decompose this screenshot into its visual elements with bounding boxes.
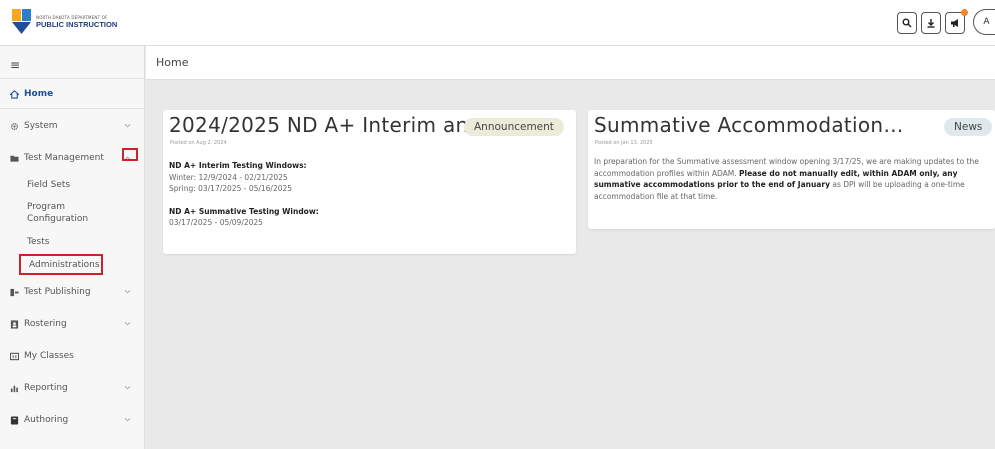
sidebar-subitem-tests[interactable]: Tests [27,236,49,248]
book-icon [10,415,19,425]
ndpi-logo[interactable]: NORTH DAKOTA DEPARTMENT OF PUBLIC INSTRU… [12,9,117,35]
sidebar-item-label: Rostering [24,319,67,329]
card-body: ND A+ Interim Testing Windows: Winter: 1… [169,160,559,229]
chevron-down-icon[interactable] [123,287,132,296]
posted-date: Posted on Jan 13, 2025 [595,140,653,146]
collapse-highlight-box [122,148,138,161]
sidebar-item-home[interactable]: Home [0,84,144,104]
logo-mark-icon [12,9,32,35]
search-icon [902,18,912,28]
sidebar-subitem-program-configuration[interactable]: Program Configuration [27,201,97,225]
hamburger-icon[interactable]: ≡ [10,58,20,72]
chevron-down-icon[interactable] [123,415,132,424]
administrations-highlight-box [19,254,103,275]
publish-icon [10,288,19,297]
chevron-down-icon[interactable] [123,319,132,328]
breadcrumb: Home [156,56,189,69]
spring-window: Spring: 03/17/2025 - 05/16/2025 [169,184,293,193]
divider [0,78,144,79]
sidebar-item-test-publishing[interactable]: Test Publishing [0,282,144,302]
chevron-down-icon[interactable] [123,121,132,130]
gear-icon [10,122,19,131]
news-badge: News [944,118,993,136]
classes-icon [10,352,19,361]
sidebar-subitem-field-sets[interactable]: Field Sets [27,179,70,191]
sidebar: ≡ Home System Test Management Field Sets… [0,46,145,449]
user-avatar[interactable]: A [973,9,995,35]
notification-dot [961,9,968,16]
announcement-card[interactable]: 2024/2025 ND A+ Interim an… Posted on Au… [163,110,576,254]
card-title[interactable]: Summative Accommodation… [594,113,904,137]
download-button[interactable] [921,12,941,34]
announcement-badge: Announcement [464,118,564,136]
announcements-button[interactable] [945,9,968,34]
folder-icon [10,154,19,163]
sidebar-item-label: Reporting [24,383,68,393]
megaphone-icon [951,19,958,27]
sidebar-item-system[interactable]: System [0,116,144,136]
sidebar-item-authoring[interactable]: Authoring [0,410,144,430]
sidebar-item-label: Home [24,89,54,99]
breadcrumb-bar: Home [146,46,995,80]
sidebar-item-reporting[interactable]: Reporting [0,378,144,398]
winter-window: Winter: 12/9/2024 - 02/21/2025 [169,172,288,182]
roster-icon [10,319,19,329]
summative-window: 03/17/2025 - 05/09/2025 [169,218,263,227]
divider [0,108,144,109]
top-bar: NORTH DAKOTA DEPARTMENT OF PUBLIC INSTRU… [0,0,995,46]
summative-window-heading: ND A+ Summative Testing Window: [169,206,319,216]
card-title[interactable]: 2024/2025 ND A+ Interim an… [169,113,489,137]
home-icon [10,89,19,99]
sidebar-item-label: Test Publishing [24,287,91,297]
sidebar-item-my-classes[interactable]: My Classes [0,346,144,366]
sidebar-item-label: Test Management [24,153,104,163]
interim-windows-heading: ND A+ Interim Testing Windows: [169,161,307,170]
card-body: In preparation for the Summative assessm… [594,156,992,202]
chart-icon [10,384,19,393]
search-button[interactable] [897,12,917,34]
chevron-down-icon[interactable] [123,383,132,392]
news-card[interactable]: Summative Accommodation… Posted on Jan 1… [588,110,995,229]
posted-date: Posted on Aug 2, 2024 [170,140,227,146]
sidebar-item-label: Authoring [24,415,69,425]
sidebar-item-label: My Classes [24,351,74,361]
sidebar-item-rostering[interactable]: Rostering [0,314,144,334]
download-icon [927,19,935,28]
logo-title: PUBLIC INSTRUCTION [36,19,118,29]
sidebar-item-label: System [24,121,58,131]
